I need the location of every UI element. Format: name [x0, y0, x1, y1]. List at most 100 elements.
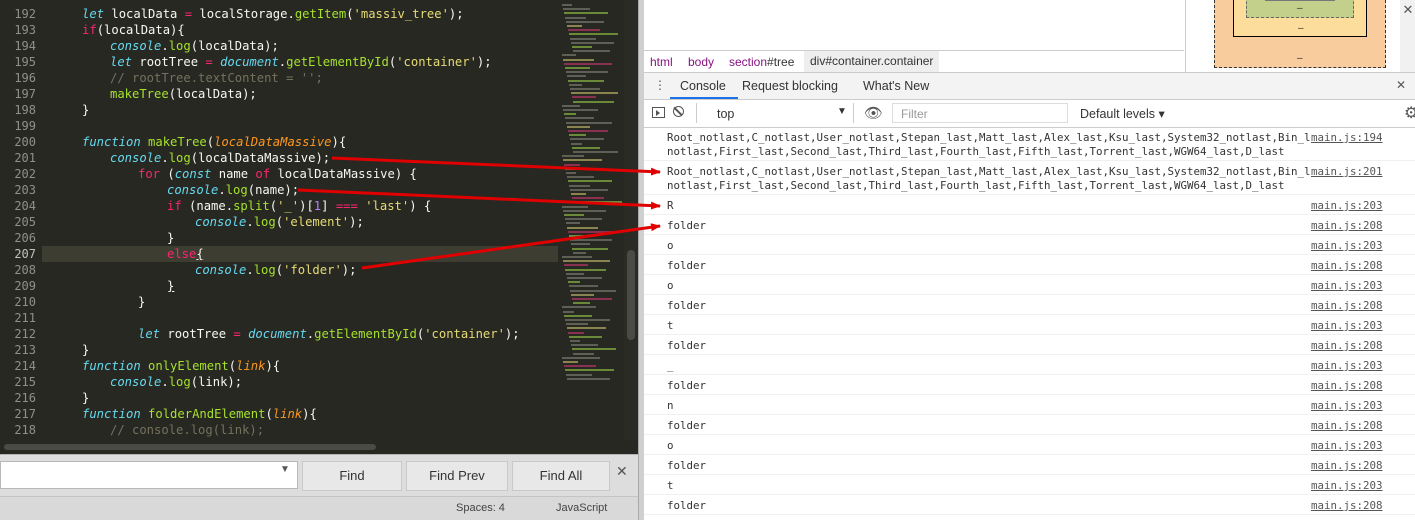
console-message: folder main.js:208 [644, 375, 1415, 395]
line-number: 211 [14, 311, 36, 325]
editor-horizontal-scroll-thumb[interactable] [4, 444, 376, 450]
minimap-line [572, 348, 616, 351]
tab-whats-new[interactable]: What's New [863, 79, 929, 93]
drawer-menu-icon[interactable]: ⋮ [654, 78, 666, 92]
minimap-line [573, 201, 622, 204]
code-line-212: let rootTree = document.getElementById('… [138, 327, 520, 341]
console-toolbar: top ▼ 👁 Filter Default levels ▾ ⚙ [644, 100, 1415, 128]
minimap-line [570, 239, 612, 242]
minimap-line [569, 285, 598, 288]
box-model-content [1265, 0, 1335, 1]
line-number: 205 [14, 215, 36, 229]
minimap-line [567, 176, 594, 179]
minimap-line [568, 29, 600, 32]
line-number: 204 [14, 199, 36, 213]
console-source-link[interactable]: main.js:208 [1311, 219, 1383, 233]
close-icon[interactable]: ✕ [1400, 2, 1415, 18]
editor-vertical-scrollbar[interactable] [624, 0, 638, 440]
log-levels-dropdown[interactable]: Default levels ▾ [1080, 106, 1165, 121]
console-source-link[interactable]: main.js:201 [1311, 165, 1383, 179]
minimap-line [569, 33, 618, 36]
find-panel: ▼ Find Find Prev Find All ✕ [0, 454, 638, 497]
indentation-status[interactable]: Spaces: 4 [456, 502, 505, 514]
console-source-link[interactable]: main.js:208 [1311, 419, 1383, 433]
console-message: folder main.js:208 [644, 255, 1415, 275]
box-model-border: – – [1233, 0, 1367, 37]
console-source-link[interactable]: main.js:208 [1311, 299, 1383, 313]
find-history-dropdown-icon[interactable]: ▼ [280, 464, 292, 476]
console-source-link[interactable]: main.js:208 [1311, 499, 1383, 513]
line-number: 200 [14, 135, 36, 149]
context-selector[interactable]: top ▼ [696, 103, 854, 123]
minimap-line [563, 209, 606, 212]
console-message-text: folder [667, 339, 707, 352]
close-find-panel-icon[interactable]: ✕ [616, 463, 628, 480]
console-source-link[interactable]: main.js:203 [1311, 199, 1383, 213]
syntax-status[interactable]: JavaScript [556, 502, 607, 514]
minimap-line [570, 340, 580, 342]
minimap-line [565, 117, 594, 120]
minimap-line [564, 314, 592, 317]
minimap-line [563, 310, 574, 313]
breadcrumb-section[interactable]: section#tree [729, 55, 794, 69]
code-line-201: console.log(localDataMassive); [110, 151, 331, 165]
console-source-link[interactable]: main.js:208 [1311, 459, 1383, 473]
clear-console-icon[interactable] [673, 106, 684, 117]
console-source-link[interactable]: main.js:208 [1311, 379, 1383, 393]
editor-vertical-scroll-thumb[interactable] [627, 250, 635, 340]
console-source-link[interactable]: main.js:203 [1311, 239, 1383, 253]
breadcrumb-html[interactable]: html [650, 55, 673, 69]
filter-input[interactable]: Filter [892, 103, 1068, 123]
console-source-link[interactable]: main.js:208 [1311, 339, 1383, 353]
minimap-line [573, 151, 618, 153]
find-input[interactable] [0, 461, 298, 489]
minimap-line [567, 125, 590, 128]
elements-tree-area[interactable] [644, 0, 1184, 50]
console-source-link[interactable]: main.js:194 [1311, 131, 1383, 145]
code-line-207: else{ [167, 247, 204, 261]
minimap-line [563, 109, 598, 111]
active-tab-indicator [670, 97, 738, 99]
minimap[interactable] [558, 0, 624, 440]
tab-request-blocking[interactable]: Request blocking [742, 79, 838, 93]
console-message-text: folder [667, 259, 707, 272]
minimap-line [572, 247, 608, 250]
code-line-202: for (const name of localDataMassive) { [138, 167, 417, 181]
line-number: 198 [14, 103, 36, 117]
console-source-link[interactable]: main.js:203 [1311, 399, 1383, 413]
line-number: 214 [14, 359, 36, 373]
minimap-line [562, 356, 600, 359]
line-number: 213 [14, 343, 36, 357]
minimap-line [567, 226, 598, 229]
code-area[interactable]: let localData = localStorage.getItem('ma… [50, 0, 558, 440]
minimap-line [563, 260, 610, 263]
gear-icon[interactable]: ⚙ [1404, 103, 1415, 123]
line-number: 208 [14, 263, 36, 277]
breadcrumb-body[interactable]: body [688, 55, 714, 69]
close-drawer-icon[interactable]: ✕ [1396, 78, 1406, 92]
console-source-link[interactable]: main.js:203 [1311, 319, 1383, 333]
editor-horizontal-scrollbar[interactable] [0, 440, 624, 454]
tab-console[interactable]: Console [680, 79, 726, 93]
box-model-border-value: – [1298, 23, 1304, 34]
sidebar-toggle-icon[interactable] [652, 107, 665, 118]
minimap-line [564, 62, 612, 65]
console-source-link[interactable]: main.js:203 [1311, 279, 1383, 293]
minimap-line [566, 222, 580, 225]
minimap-line [565, 218, 602, 221]
console-source-link[interactable]: main.js:208 [1311, 259, 1383, 273]
minimap-line [569, 83, 582, 86]
find-button[interactable]: Find [302, 461, 402, 491]
minimap-line [571, 193, 586, 195]
find-prev-button[interactable]: Find Prev [406, 461, 508, 491]
console-source-link[interactable]: main.js:203 [1311, 359, 1383, 373]
find-all-button[interactable]: Find All [512, 461, 610, 491]
console-message-text: folder [667, 219, 707, 232]
console-message-text: folder [667, 499, 707, 512]
console-source-link[interactable]: main.js:203 [1311, 439, 1383, 453]
breadcrumb-div-container[interactable]: div#container.container [804, 51, 940, 72]
eye-icon[interactable]: 👁 [864, 104, 883, 122]
styles-pane-scrollbar[interactable]: ✕ [1400, 0, 1415, 72]
console-source-link[interactable]: main.js:203 [1311, 479, 1383, 493]
code-editor[interactable]: 192 193 194 195 196 197 198 199 200 201 202 203 204 2… [0, 0, 638, 520]
